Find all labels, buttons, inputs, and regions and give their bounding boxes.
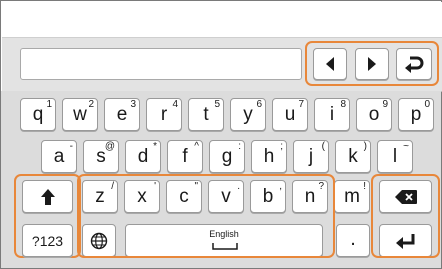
text-input-field[interactable]	[20, 48, 302, 80]
key-secondary-label: *	[153, 141, 157, 152]
key-g[interactable]: g:	[209, 140, 245, 173]
key-secondary-label: 6	[256, 99, 262, 110]
key-secondary-label: )	[363, 141, 367, 152]
key-secondary-label: 1	[46, 99, 52, 110]
key-secondary-label: 5	[214, 99, 220, 110]
key-p[interactable]: p0	[398, 98, 434, 131]
key-d[interactable]: d *	[125, 140, 161, 173]
key-secondary-label: 8	[340, 99, 346, 110]
key-i[interactable]: i8	[314, 98, 350, 131]
key-f[interactable]: f ^	[167, 140, 203, 173]
key-secondary-label: ^	[194, 141, 199, 152]
key-secondary-label: 2	[88, 99, 94, 110]
key-h[interactable]: h;	[251, 140, 287, 173]
key-u[interactable]: u7	[272, 98, 308, 131]
key-secondary-label: 3	[130, 99, 136, 110]
period-key-label: .	[350, 228, 356, 250]
key-t[interactable]: t5	[188, 98, 224, 131]
backspace-enter-highlight	[371, 174, 440, 258]
top-area	[2, 2, 442, 38]
key-s[interactable]: s @	[83, 140, 119, 173]
key-y[interactable]: y6	[230, 98, 266, 131]
key-secondary-label: 9	[382, 99, 388, 110]
key-secondary-label: (	[321, 141, 325, 152]
key-secondary-label: -	[69, 141, 73, 152]
key-secondary-label: :	[238, 141, 241, 152]
key-secondary-label: !	[363, 181, 366, 192]
key-j[interactable]: j(	[293, 140, 329, 173]
key-o[interactable]: o9	[356, 98, 392, 131]
key-secondary-label: ~	[403, 141, 409, 152]
key-a[interactable]: a-	[41, 140, 77, 173]
symbols-key[interactable]: ?123	[22, 224, 73, 257]
key-e[interactable]: e3	[104, 98, 140, 131]
period-key[interactable]: .	[336, 224, 370, 257]
key-r[interactable]: r4	[146, 98, 182, 131]
symbols-key-label: ?123	[31, 233, 64, 249]
navigation-highlight	[305, 41, 439, 86]
key-secondary-label: 0	[424, 99, 430, 110]
key-w[interactable]: w2	[62, 98, 98, 131]
key-secondary-label: 7	[298, 99, 304, 110]
key-secondary-label: 4	[172, 99, 178, 110]
letters-highlight	[77, 174, 335, 258]
key-q[interactable]: q1	[20, 98, 56, 131]
key-secondary-label: @	[104, 141, 115, 152]
key-secondary-label: ;	[280, 141, 283, 152]
key-m[interactable]: m!	[334, 180, 370, 213]
key-k[interactable]: k)	[335, 140, 371, 173]
key-l[interactable]: l ~	[377, 140, 413, 173]
